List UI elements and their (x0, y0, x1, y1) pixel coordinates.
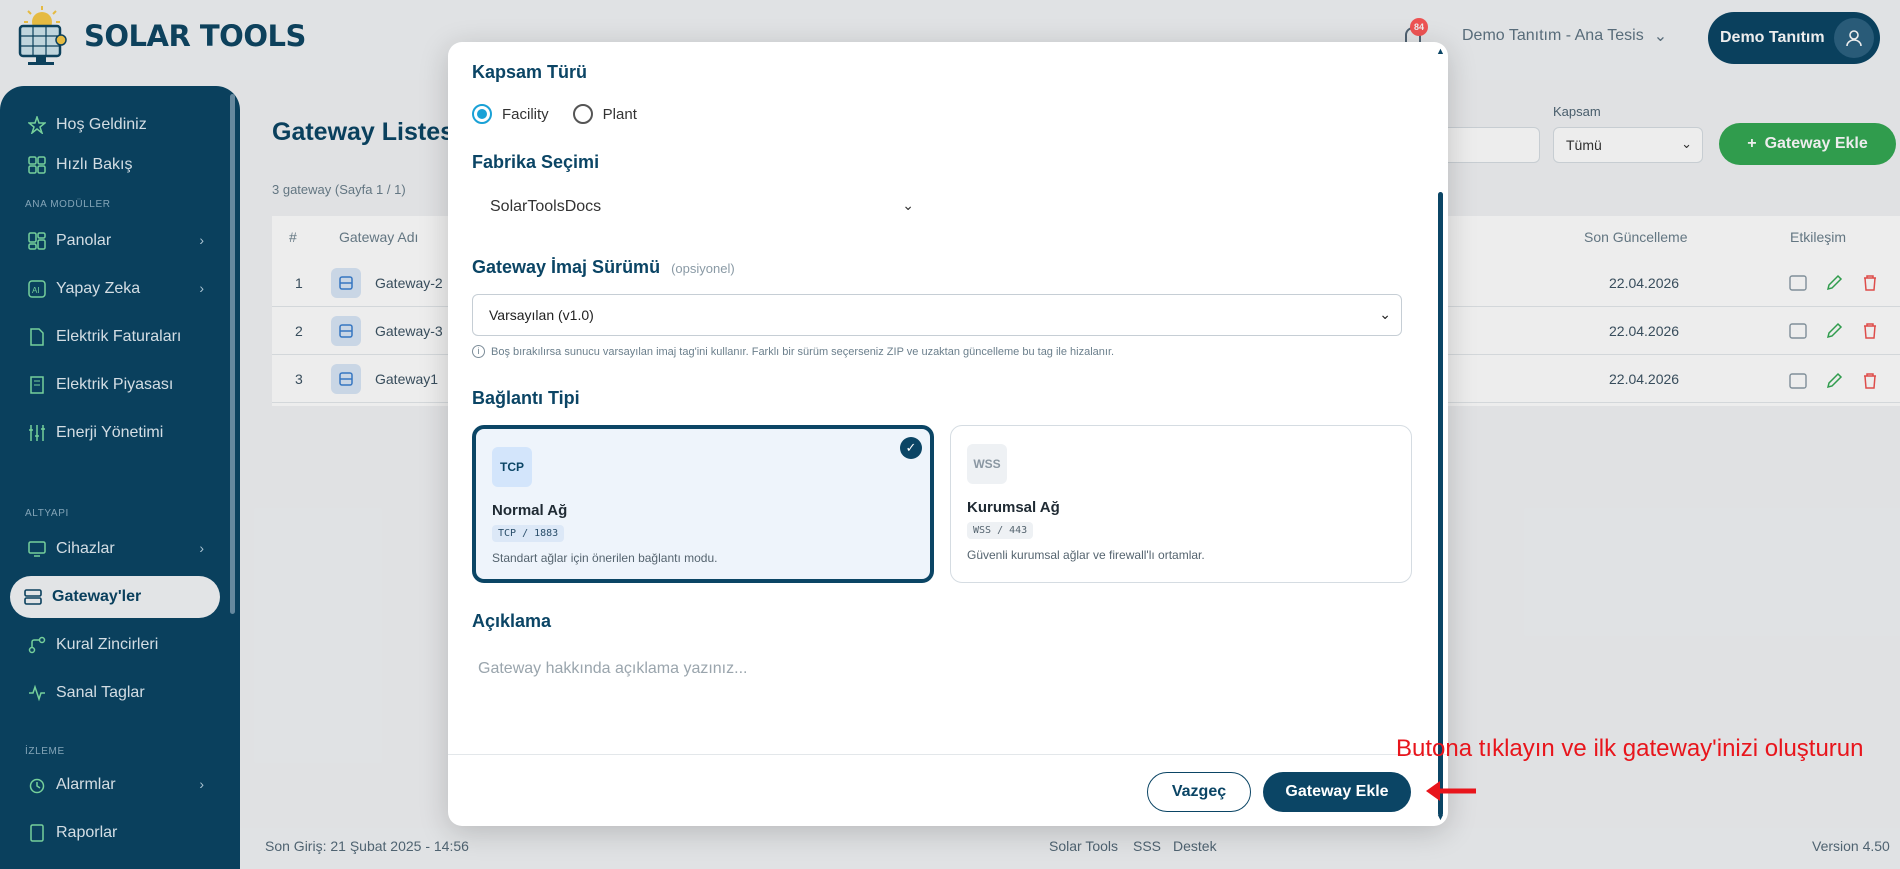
description-heading: Açıklama (472, 611, 552, 631)
scroll-down-icon[interactable]: ▼ (1436, 812, 1445, 822)
connection-option-tcp[interactable]: TCP Normal Ağ TCP / 1883 Standart ağlar … (472, 425, 934, 583)
submit-add-gateway-button[interactable]: Gateway Ekle (1263, 772, 1411, 812)
factory-selection-heading: Fabrika Seçimi (472, 152, 600, 172)
scope-option-plant-label[interactable]: Plant (603, 106, 637, 123)
connection-type-heading: Bağlantı Tipi (472, 388, 580, 408)
image-version-hint-text: Boş bırakılırsa sunucu varsayılan imaj t… (491, 345, 1115, 358)
add-gateway-modal: Kapsam Türü Facility Plant Fabrika Seçim… (448, 42, 1448, 826)
connection-port-tag: TCP / 1883 (492, 525, 565, 542)
tutorial-annotation: Butona tıklayın ve ilk gateway'inizi olu… (1396, 735, 1864, 762)
modal-scrollbar[interactable] (1438, 192, 1443, 816)
chevron-down-icon: ⌄ (902, 197, 914, 213)
scroll-up-icon[interactable]: ▲ (1436, 46, 1445, 56)
scope-radio-plant[interactable] (572, 104, 593, 124)
scope-radio-facility[interactable] (472, 104, 492, 124)
check-icon: ✓ (900, 437, 922, 459)
image-version-hint: i Boş bırakılırsa sunucu varsayılan imaj… (472, 345, 1114, 358)
chevron-down-icon: ⌄ (1379, 306, 1391, 322)
factory-select[interactable]: SolarToolsDocs ⌄ (472, 188, 932, 226)
scope-type-heading: Kapsam Türü (472, 62, 588, 82)
scope-option-facility-label[interactable]: Facility (502, 106, 549, 123)
connection-option-desc: Güvenli kurumsal ağlar ve firewall'lı or… (967, 548, 1205, 562)
info-icon: i (472, 345, 485, 358)
image-version-select[interactable]: Varsayılan (v1.0) ⌄ (472, 294, 1402, 336)
arrow-left-icon (1424, 778, 1478, 804)
image-version-value: Varsayılan (v1.0) (489, 307, 594, 323)
connection-option-title: Kurumsal Ağ (967, 499, 1060, 516)
scope-type-radio-group: Facility Plant (472, 104, 637, 124)
image-version-heading: Gateway İmaj Sürümü (opsiyonel) (472, 257, 735, 278)
connection-option-desc: Standart ağlar için önerilen bağlantı mo… (492, 551, 718, 565)
factory-select-value: SolarToolsDocs (490, 198, 602, 215)
image-version-heading-text: Gateway İmaj Sürümü (472, 257, 661, 277)
connection-option-wss[interactable]: WSS Kurumsal Ağ WSS / 443 Güvenli kurums… (950, 425, 1412, 583)
connection-port-tag: WSS / 443 (967, 522, 1034, 539)
description-textarea[interactable]: Gateway hakkında açıklama yazınız... (472, 652, 1392, 752)
cancel-button[interactable]: Vazgeç (1147, 772, 1251, 812)
optional-tag: (opsiyonel) (671, 261, 735, 276)
tcp-badge: TCP (492, 447, 532, 487)
connection-option-title: Normal Ağ (492, 502, 568, 519)
wss-badge: WSS (967, 444, 1007, 484)
